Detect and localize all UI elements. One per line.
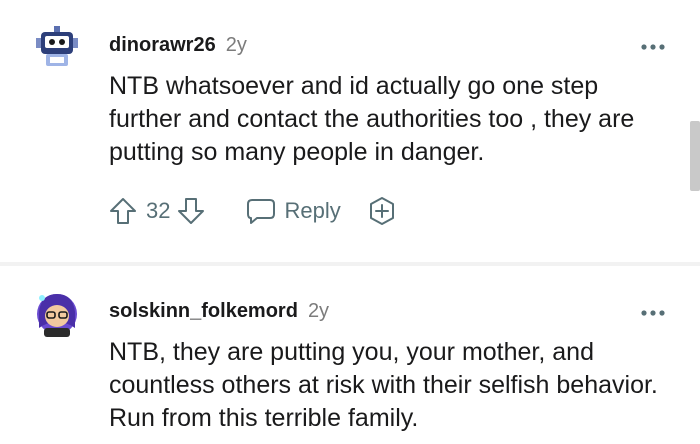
comment-age: 2y: [225, 34, 247, 56]
upvote-arrow-icon: [110, 198, 136, 224]
avatar[interactable]: [32, 288, 82, 338]
comment-thread: dinorawr26 2y NTB whatsoever and id actu…: [0, 0, 700, 444]
username[interactable]: dinorawr26: [109, 34, 216, 57]
comment-age: 2y: [307, 300, 330, 322]
reply-label: Reply: [284, 198, 341, 223]
vote-score: 32: [146, 198, 171, 223]
comment-actions: 32 Reply: [108, 191, 399, 231]
scrollbar-thumb[interactable]: [690, 121, 700, 191]
more-horizontal-icon[interactable]: [640, 308, 666, 318]
username[interactable]: solskinn_folkemord: [109, 300, 298, 323]
speech-bubble-icon: [247, 199, 276, 224]
downvote-button[interactable]: [176, 195, 206, 227]
award-plus-icon: [369, 197, 394, 225]
award-button[interactable]: [365, 194, 399, 228]
downvote-arrow-icon: [178, 198, 205, 224]
upvote-button[interactable]: [108, 195, 138, 227]
avatar[interactable]: [32, 22, 82, 72]
comment-body: NTB, they are putting you, your mother, …: [109, 338, 658, 432]
comment-body: NTB whatsoever and id actually go one st…: [109, 72, 635, 166]
comment-meta: dinorawr26 2y: [109, 34, 247, 57]
more-horizontal-icon[interactable]: [640, 42, 666, 52]
comment-meta: solskinn_folkemord 2y: [109, 300, 329, 323]
reply-button[interactable]: Reply: [246, 197, 341, 225]
